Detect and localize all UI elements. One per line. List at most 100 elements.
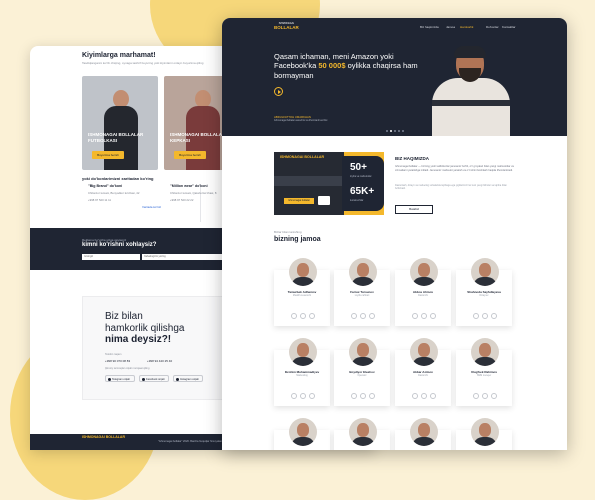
avatar xyxy=(349,338,377,366)
hero-author-role: Ishmonagai bollalar asoschisi va ilhomla… xyxy=(274,119,328,122)
about-photo: ISHMONAGAI BOLLALAR Ishmonagai bollalar xyxy=(274,152,344,215)
member-name: Akbar Azimov xyxy=(413,370,433,374)
name-input[interactable]: Ismingiz xyxy=(82,254,140,260)
product-card-tshirt[interactable]: Ishmonagai bollalar futbolkasi Buyurtma … xyxy=(82,76,158,170)
phone-number[interactable]: +998 94 440 25 40 xyxy=(147,359,172,363)
back-page-subtitle: Tasdiqlanganni ko'rib chiqing, oynaga ta… xyxy=(82,61,204,65)
member-name: Ulug'bek Rahimov xyxy=(470,370,498,374)
slider-dot[interactable] xyxy=(394,130,396,132)
avatar xyxy=(410,338,438,366)
team-member-card[interactable]: Akbar Azimov Dasturchi xyxy=(395,338,451,406)
slider-dot-active[interactable] xyxy=(390,130,392,132)
slider-dots[interactable] xyxy=(386,119,406,137)
member-role: Dasturchi xyxy=(418,295,428,297)
member-name: Tamurbek Adhamov xyxy=(287,290,317,294)
member-role: Dizayner xyxy=(479,295,489,297)
member-role: Marketolog xyxy=(296,375,308,377)
about-text-secondary: Dasturlash, dizayn va marketing sohalari… xyxy=(395,184,507,191)
team-member-card[interactable] xyxy=(274,418,330,450)
slider-dot[interactable] xyxy=(386,130,388,132)
member-social-icons[interactable] xyxy=(409,306,439,324)
member-social-icons[interactable] xyxy=(288,386,318,404)
slider-dot[interactable] xyxy=(402,130,404,132)
nav-team[interactable]: Jamoa xyxy=(446,25,455,29)
hero-quote-highlight: 50 000$ xyxy=(318,61,346,71)
telegram-button[interactable]: Telegram orqali xyxy=(105,375,135,382)
hero-quote: Qasam ichaman, meni Amazon yoki Facebook… xyxy=(274,52,424,80)
avatar xyxy=(289,418,317,446)
order-button[interactable]: Buyurtma berish xyxy=(174,151,206,159)
team-member-card[interactable]: Farrux Tursunov Loyiha rahbari xyxy=(334,258,390,326)
stats-box: 50+ loyiha va mahsulotlar 65K+ kuzatuvch… xyxy=(342,156,384,211)
nav-contacts[interactable]: Kontaktlar xyxy=(502,25,516,29)
nav-stores[interactable]: Do'konlar xyxy=(486,25,499,29)
member-role: Dasturchi xyxy=(418,375,428,377)
instagram-button[interactable]: Instagram orqali xyxy=(173,375,203,382)
stat-projects-label: loyiha va mahsulotlar xyxy=(350,176,372,178)
about-chip: Ishmonagai bollalar xyxy=(284,198,314,204)
product-card-label: Ishmonagai bollalar futbolkasi xyxy=(88,132,144,143)
order-button[interactable]: Buyurtma berish xyxy=(92,151,124,159)
team-member-card[interactable]: Ulug'bek Rahimov SMM menejer xyxy=(456,338,512,406)
partnership-line3: nima deysiz?! xyxy=(105,334,172,345)
avatar xyxy=(289,338,317,366)
member-social-icons[interactable] xyxy=(470,306,500,324)
about-text: Ishmonagai bollalar — bizning yosh tadbi… xyxy=(395,165,514,172)
facebook-button[interactable]: Facebook orqali xyxy=(139,375,169,382)
team-heading: bizning jamoa xyxy=(274,236,321,243)
member-role: Loyiha rahbari xyxy=(354,295,370,297)
site-logo[interactable]: ISHMONAGAI BOLLALAR xyxy=(274,22,299,30)
social-label: Ijtimoiy tarmoqlar orqali murojaat qilin… xyxy=(105,367,150,370)
team-subtitle: Bizlar bilan tanishing xyxy=(274,230,302,234)
instagram-label: Instagram orqali xyxy=(180,378,199,381)
member-role: Operator xyxy=(357,375,367,377)
read-more-button[interactable]: Batafsil xyxy=(395,205,433,214)
avatar xyxy=(289,258,317,286)
partnership-line2: hamkorlik qilishga xyxy=(105,322,185,334)
member-name: Abbos Ahmov xyxy=(412,290,434,294)
telegram-icon xyxy=(107,377,111,381)
footer-logo[interactable]: ISHMONAGAI BOLLALAR xyxy=(82,435,125,440)
member-name: Boydiyor Eleehov xyxy=(349,370,375,374)
telegram-label: Telegram orqali xyxy=(112,378,130,381)
about-logo: ISHMONAGAI BOLLALAR xyxy=(280,155,325,159)
team-member-card[interactable] xyxy=(395,418,451,450)
team-member-card[interactable]: Ibrohim Muhammadiyev Marketolog xyxy=(274,338,330,406)
member-role: Muallif va asoschi xyxy=(292,295,312,297)
stat-followers-value: 65K+ xyxy=(350,186,375,197)
play-video-icon[interactable] xyxy=(274,87,283,96)
member-social-icons[interactable] xyxy=(409,386,439,404)
team-member-card[interactable]: Boydiyor Eleehov Operator xyxy=(334,338,390,406)
team-member-card[interactable]: Shahnoda Sayfullayeva Dizayner xyxy=(456,258,512,326)
phone-label: Telefon raqam xyxy=(105,353,122,356)
nav-about[interactable]: Biz haqimizda xyxy=(420,25,439,29)
phone-number[interactable]: +998 90 070 08 83 xyxy=(105,359,130,363)
member-role: SMM menejer xyxy=(476,375,492,377)
team-member-card[interactable] xyxy=(334,418,390,450)
team-member-card[interactable]: Tamurbek Adhamov Muallif va asoschi xyxy=(274,258,330,326)
avatar xyxy=(349,418,377,446)
member-name: Farrux Tursunov xyxy=(350,290,374,294)
member-social-icons[interactable] xyxy=(288,306,318,324)
member-social-icons[interactable] xyxy=(348,386,378,404)
stat-projects-value: 50+ xyxy=(350,162,367,173)
instagram-icon xyxy=(175,377,179,381)
team-member-card[interactable]: Abbos Ahmov Dasturchi xyxy=(395,258,451,326)
partnership-heading: Biz bilan hamkorlik qilishga nima deysiz… xyxy=(105,311,184,346)
facebook-icon xyxy=(141,377,145,381)
nav-partnership[interactable]: Hamkorlik xyxy=(460,25,473,29)
avatar xyxy=(471,258,499,286)
avatar xyxy=(410,418,438,446)
facebook-label: Facebook orqali xyxy=(146,378,165,381)
hero-portrait xyxy=(426,46,516,136)
stores-heading: yoki do'konlarimizni xaritadan ko'ring xyxy=(82,176,154,181)
member-social-icons[interactable] xyxy=(348,306,378,324)
member-name: Ibrohim Muhammadiyev xyxy=(284,370,320,374)
member-social-icons[interactable] xyxy=(470,386,500,404)
slider-dot[interactable] xyxy=(398,130,400,132)
team-member-card[interactable] xyxy=(456,418,512,450)
logo-main-text: BOLLALAR xyxy=(274,24,299,30)
partnership-card: Biz bilan hamkorlik qilishga nima deysiz… xyxy=(82,296,232,400)
request-heading: kimni ko'rishni xohlaysiz? xyxy=(82,242,157,248)
message-input[interactable]: Xabaringizni yozing xyxy=(142,254,222,260)
